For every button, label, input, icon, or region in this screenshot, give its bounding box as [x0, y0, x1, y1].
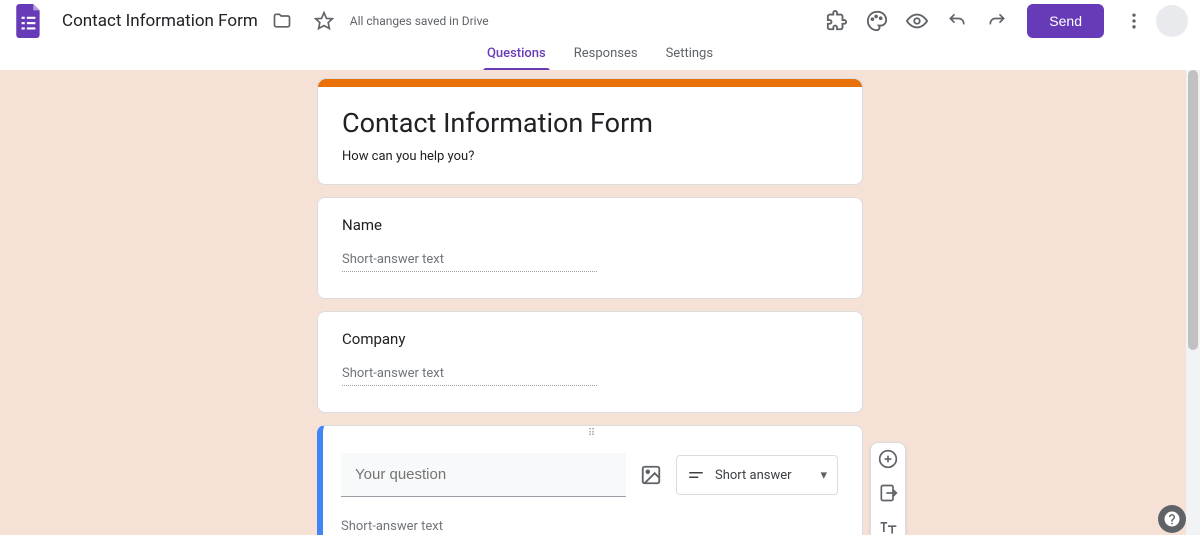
question-type-label: Short answer	[715, 468, 792, 483]
answer-preview: Short-answer text	[341, 519, 596, 535]
add-title-icon[interactable]	[878, 517, 898, 535]
help-icon[interactable]	[1158, 505, 1186, 533]
tab-responses[interactable]: Responses	[560, 42, 652, 70]
question-card-company[interactable]: Company Short-answer text	[317, 311, 863, 413]
import-questions-icon[interactable]	[878, 483, 898, 503]
floating-toolbar	[870, 442, 906, 535]
scrollbar[interactable]	[1186, 70, 1200, 535]
user-avatar[interactable]	[1156, 5, 1188, 37]
add-image-icon[interactable]	[640, 464, 662, 486]
redo-icon[interactable]	[979, 3, 1015, 39]
more-vert-icon[interactable]	[1116, 3, 1152, 39]
accent-bar	[318, 79, 862, 87]
question-type-select[interactable]: Short answer ▾	[676, 455, 838, 495]
form-canvas: Contact Information Form How can you hel…	[0, 70, 1200, 535]
question-label: Name	[342, 216, 838, 234]
star-icon[interactable]	[306, 3, 342, 39]
send-button[interactable]: Send	[1027, 4, 1104, 38]
scrollbar-thumb[interactable]	[1188, 70, 1198, 350]
question-title-input[interactable]	[341, 453, 626, 497]
move-to-folder-icon[interactable]	[264, 3, 300, 39]
document-title[interactable]: Contact Information Form	[62, 11, 258, 31]
save-status: All changes saved in Drive	[350, 14, 814, 28]
form-description[interactable]: How can you help you?	[318, 143, 862, 184]
header-actions: Send	[819, 3, 1188, 39]
theme-palette-icon[interactable]	[859, 3, 895, 39]
addons-icon[interactable]	[819, 3, 855, 39]
short-text-icon	[687, 466, 705, 484]
tab-questions[interactable]: Questions	[473, 42, 560, 70]
forms-logo-icon[interactable]	[12, 4, 46, 38]
question-card-active[interactable]: ⠿ Short answer ▾ Short-answer text	[317, 425, 863, 535]
question-label: Company	[342, 330, 838, 348]
tab-settings[interactable]: Settings	[652, 42, 727, 70]
chevron-down-icon: ▾	[820, 468, 827, 483]
form-header-card[interactable]: Contact Information Form How can you hel…	[317, 78, 863, 185]
app-header: Contact Information Form All changes sav…	[0, 0, 1200, 42]
main-tabs: Questions Responses Settings	[0, 42, 1200, 70]
undo-icon[interactable]	[939, 3, 975, 39]
answer-preview: Short-answer text	[342, 366, 597, 386]
preview-eye-icon[interactable]	[899, 3, 935, 39]
answer-preview: Short-answer text	[342, 252, 597, 272]
add-question-icon[interactable]	[878, 449, 898, 469]
question-card-name[interactable]: Name Short-answer text	[317, 197, 863, 299]
form-title[interactable]: Contact Information Form	[318, 87, 862, 143]
drag-handle-icon[interactable]: ⠿	[323, 426, 862, 439]
